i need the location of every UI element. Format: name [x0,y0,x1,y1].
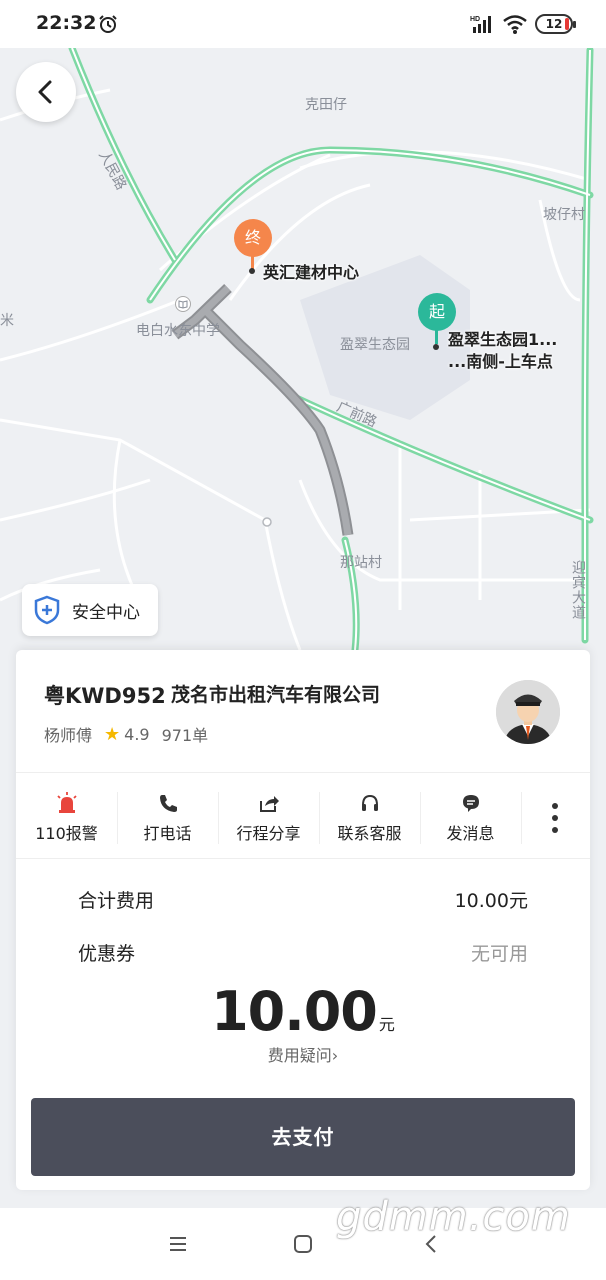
home-square-icon [294,1235,312,1253]
phone-icon [159,795,177,812]
action-call[interactable]: 打电话 [117,778,218,858]
plate-number: 粤KWD952 [44,684,166,708]
origin-pin-label: 起 [428,302,445,321]
pay-button[interactable]: 去支付 [31,1098,575,1176]
safety-center-button[interactable]: 安全中心 [22,584,158,636]
svg-text:HD: HD [470,16,480,23]
card-divider [16,858,590,859]
share-icon [259,796,279,812]
nav-home-button[interactable] [289,1230,317,1258]
fee-question-label: 费用疑问 [267,1046,332,1065]
chevron-right-icon: › [331,1046,339,1065]
battery-indicator: 12 [535,14,576,34]
map-label-yingbin-avenue: 迎宾大道 [570,560,586,620]
origin-name-line2: ...南侧-上车点 [448,352,553,371]
chevron-left-icon [38,80,52,104]
action-customer-service[interactable]: 联系客服 [319,778,420,858]
total-fee-row: 合计费用 10.00元 [78,886,528,913]
driver-avatar[interactable] [496,680,560,744]
driver-meta: 杨师傅 ★ 4.9 971单 [44,722,208,746]
battery-level: 12 [545,17,563,31]
watermark: gdmm.com [336,1194,571,1240]
action-label: 110报警 [35,824,98,843]
total-fee-label: 合计费用 [78,890,155,912]
more-button[interactable] [521,778,589,858]
action-label: 发消息 [446,824,495,843]
coupon-row[interactable]: 优惠券 无可用 [78,939,528,966]
origin-pin[interactable]: 起 [418,293,456,331]
wifi-icon [503,15,527,34]
signal-icon: HD [470,16,491,33]
menu-icon [170,1237,186,1251]
message-icon [462,795,479,812]
origin-name: 盈翠生态园1... ...南侧-上车点 [448,329,557,373]
nav-menu-button[interactable] [164,1230,192,1258]
total-fee-value: 10.00元 [454,890,528,912]
action-emergency-110[interactable]: 110报警 [16,778,117,858]
star-icon: ★ [104,723,121,745]
action-label: 行程分享 [236,824,301,843]
origin-pin-stem [435,330,438,344]
destination-name: 英汇建材中心 [263,263,360,282]
map-label-school: 电白水东中学 [136,323,220,339]
status-time: 22:32 [36,12,97,34]
map-label-bozaicun: 坡仔村 [543,207,585,223]
school-book-icon [175,296,191,312]
alarm-siren-icon [56,792,77,813]
more-vertical-icon [552,803,558,833]
map-label-ketianzai: 克田仔 [305,97,347,113]
driver-avatar-icon [496,680,560,744]
destination-pin-label: 终 [244,228,261,247]
action-share-trip[interactable]: 行程分享 [218,778,319,858]
driver-rating: 4.9 [124,724,150,744]
trip-card: 粤KWD952 茂名市出租汽车有限公司 杨师傅 ★ 4.9 971单 110报警 [16,650,590,1190]
map-label-mi: 米 [0,313,14,329]
safety-center-label: 安全中心 [72,602,140,623]
card-divider [16,772,590,773]
shield-plus-icon [34,595,60,625]
destination-pin-dot [249,268,255,274]
map-label-nazhan-village: 那站村 [340,555,382,571]
headset-icon [361,794,378,811]
alarm-clock-icon [99,15,117,33]
origin-pin-dot [433,344,439,350]
coupon-label: 优惠券 [78,943,136,965]
total-amount: 10.00 元 [16,980,590,1043]
action-send-message[interactable]: 发消息 [420,778,521,858]
origin-name-line1: 盈翠生态园1... [448,330,558,349]
destination-pin[interactable]: 终 [234,219,272,257]
total-amount-number: 10.00 [211,980,378,1043]
back-button[interactable] [16,62,76,122]
coupon-value: 无可用 [470,943,528,965]
driver-name: 杨师傅 [44,726,93,745]
fee-question-link[interactable]: 费用疑问› [16,1042,590,1066]
driver-orders: 971单 [161,726,209,745]
map-label-yingcui-park: 盈翠生态园 [340,337,410,353]
taxi-company: 茂名市出租汽车有限公司 [171,684,381,706]
status-bar: 22:32 HD 12 [0,0,606,48]
action-label: 联系客服 [337,824,402,843]
action-label: 打电话 [143,824,192,843]
action-bar: 110报警 打电话 行程分享 联系客服 发消息 [16,778,590,858]
total-amount-unit: 元 [378,1015,395,1034]
